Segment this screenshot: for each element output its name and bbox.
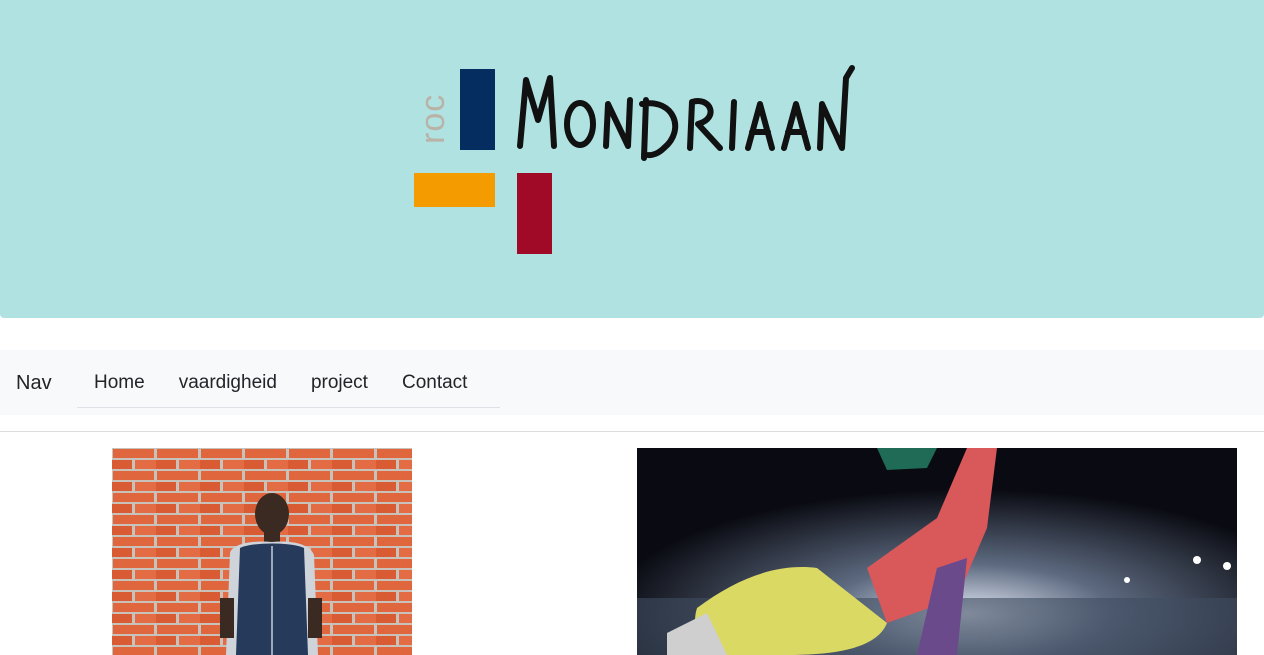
nav-tab-home[interactable]: Home — [77, 364, 162, 407]
logo-blue-block — [460, 69, 495, 150]
header-banner: roc — [0, 0, 1264, 318]
logo-mondriaan-wordmark — [517, 65, 855, 161]
navbar: Nav Home vaardigheid project Contact — [0, 350, 1264, 415]
nav-tabs: Home vaardigheid project Contact — [77, 364, 500, 408]
content-divider — [0, 431, 1264, 432]
logo-orange-block — [414, 173, 495, 207]
logo-roc-text: roc — [414, 93, 452, 144]
logo-red-block — [517, 173, 552, 254]
nav-tab-vaardigheid[interactable]: vaardigheid — [162, 364, 294, 407]
roc-mondriaan-logo[interactable]: roc — [410, 60, 950, 260]
navbar-brand[interactable]: Nav — [16, 372, 52, 395]
nav-tab-project[interactable]: project — [294, 364, 385, 407]
portrait-photo — [112, 448, 412, 655]
football-boot-photo — [637, 448, 1237, 655]
nav-tab-contact[interactable]: Contact — [385, 364, 484, 407]
